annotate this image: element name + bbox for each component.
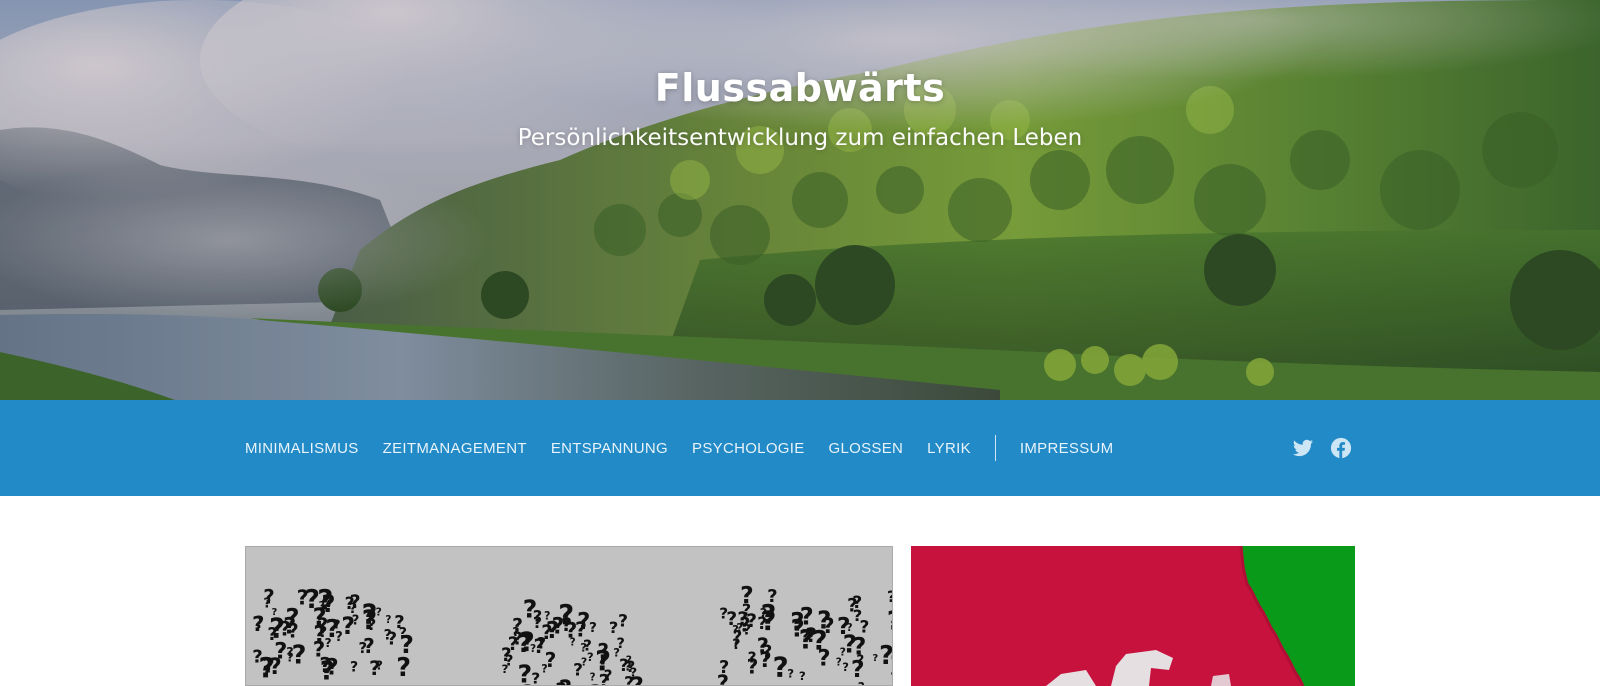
- social-links: [1292, 400, 1352, 496]
- question-mark-glyph: ?: [817, 606, 831, 635]
- site-title[interactable]: Flussabwärts: [0, 58, 1600, 118]
- question-mark-glyph: ?: [887, 587, 893, 606]
- question-marks-image[interactable]: ????????????????????????????????????????…: [246, 547, 893, 686]
- post-card-1[interactable]: ????????????????????????????????????????…: [245, 546, 893, 686]
- question-mark-glyph: ?: [313, 622, 326, 648]
- question-mark-glyph: ?: [252, 612, 264, 636]
- question-mark-glyph: ?: [719, 604, 728, 622]
- post-grid: ????????????????????????????????????????…: [0, 496, 1600, 680]
- question-mark-glyph: ?: [598, 647, 609, 670]
- nav-item-zeitmanagement[interactable]: ZEITMANAGEMENT: [383, 440, 527, 457]
- question-mark-glyph: ?: [624, 659, 631, 674]
- facebook-icon[interactable]: [1330, 437, 1352, 459]
- question-mark-glyph: ?: [400, 630, 414, 659]
- site-header: Flussabwärts Persönlichkeitsentwicklung …: [0, 0, 1600, 400]
- nav-item-impressum[interactable]: IMPRESSUM: [1020, 440, 1114, 457]
- nav-item-minimalismus[interactable]: MINIMALISMUS: [245, 440, 359, 457]
- nav-item-glossen[interactable]: GLOSSEN: [829, 440, 904, 457]
- question-mark-glyph: ?: [359, 640, 368, 657]
- question-mark-glyph: ?: [890, 670, 893, 686]
- question-mark-glyph: ?: [269, 655, 282, 680]
- question-mark-glyph: ?: [345, 594, 355, 614]
- site-tagline: Persönlichkeitsentwicklung zum einfachen…: [0, 118, 1600, 158]
- question-mark-glyph: ?: [617, 636, 625, 652]
- question-mark-glyph: ?: [760, 605, 767, 620]
- question-mark-glyph: ?: [887, 606, 893, 636]
- question-mark-glyph: ?: [590, 673, 596, 684]
- twitter-icon[interactable]: [1292, 437, 1314, 459]
- question-mark-glyph: ?: [292, 640, 307, 670]
- question-mark-glyph: ?: [541, 662, 547, 675]
- post-card-2[interactable]: [911, 546, 1355, 686]
- nav-menu: MINIMALISMUS ZEITMANAGEMENT ENTSPANNUNG …: [245, 400, 1137, 496]
- question-mark-glyph: ?: [583, 636, 592, 654]
- question-mark-glyph: ?: [324, 592, 334, 611]
- question-mark-glyph: ?: [369, 657, 380, 680]
- question-mark-glyph: ?: [630, 671, 644, 686]
- question-mark-glyph: ?: [879, 641, 893, 671]
- question-mark-glyph: ?: [840, 646, 846, 659]
- question-mark-glyph: ?: [799, 669, 806, 683]
- question-mark-glyph: ?: [272, 607, 278, 618]
- question-mark-glyph: ?: [609, 618, 618, 637]
- question-mark-glyph: ?: [502, 662, 509, 676]
- question-mark-glyph: ?: [851, 655, 865, 683]
- question-mark-glyph: ?: [541, 621, 552, 644]
- main-navigation: MINIMALISMUS ZEITMANAGEMENT ENTSPANNUNG …: [0, 400, 1600, 496]
- question-mark-glyph: ?: [387, 629, 397, 649]
- question-mark-glyph: ?: [546, 682, 560, 686]
- question-mark-glyph: ?: [740, 581, 754, 609]
- question-mark-glyph: ?: [858, 680, 865, 686]
- red-stamp-image[interactable]: [911, 546, 1355, 686]
- question-mark-glyph: ?: [757, 634, 769, 658]
- question-mark-glyph: ?: [267, 625, 277, 645]
- question-mark-glyph: ?: [717, 670, 729, 686]
- question-mark-glyph: ?: [350, 660, 358, 676]
- nav-divider: [995, 435, 996, 461]
- question-mark-glyph: ?: [842, 660, 849, 674]
- question-mark-glyph: ?: [801, 626, 811, 646]
- question-mark-glyph: ?: [533, 613, 542, 632]
- question-mark-glyph: ?: [252, 647, 262, 668]
- question-mark-glyph: ?: [818, 646, 831, 672]
- nav-item-psychologie[interactable]: PSYCHOLOGIE: [692, 440, 805, 457]
- question-mark-glyph: ?: [522, 680, 534, 686]
- question-mark-glyph: ?: [561, 615, 572, 636]
- nav-item-lyrik[interactable]: LYRIK: [927, 440, 971, 457]
- question-mark-glyph: ?: [362, 605, 377, 636]
- question-mark-glyph: ?: [513, 629, 523, 650]
- question-mark-glyph: ?: [853, 606, 862, 625]
- question-mark-glyph: ?: [872, 653, 878, 664]
- question-mark-glyph: ?: [297, 585, 309, 609]
- question-mark-glyph: ?: [746, 611, 757, 632]
- question-mark-glyph: ?: [733, 638, 739, 650]
- question-mark-glyph: ?: [748, 649, 757, 667]
- question-mark-glyph: ?: [773, 651, 789, 684]
- question-mark-glyph: ?: [618, 611, 628, 631]
- nav-item-entspannung[interactable]: ENTSPANNUNG: [551, 440, 668, 457]
- question-mark-glyph: ?: [385, 614, 391, 626]
- question-mark-glyph: ?: [263, 597, 271, 612]
- hero-branding: Flussabwärts Persönlichkeitsentwicklung …: [0, 58, 1600, 158]
- question-mark-glyph: ?: [320, 656, 335, 686]
